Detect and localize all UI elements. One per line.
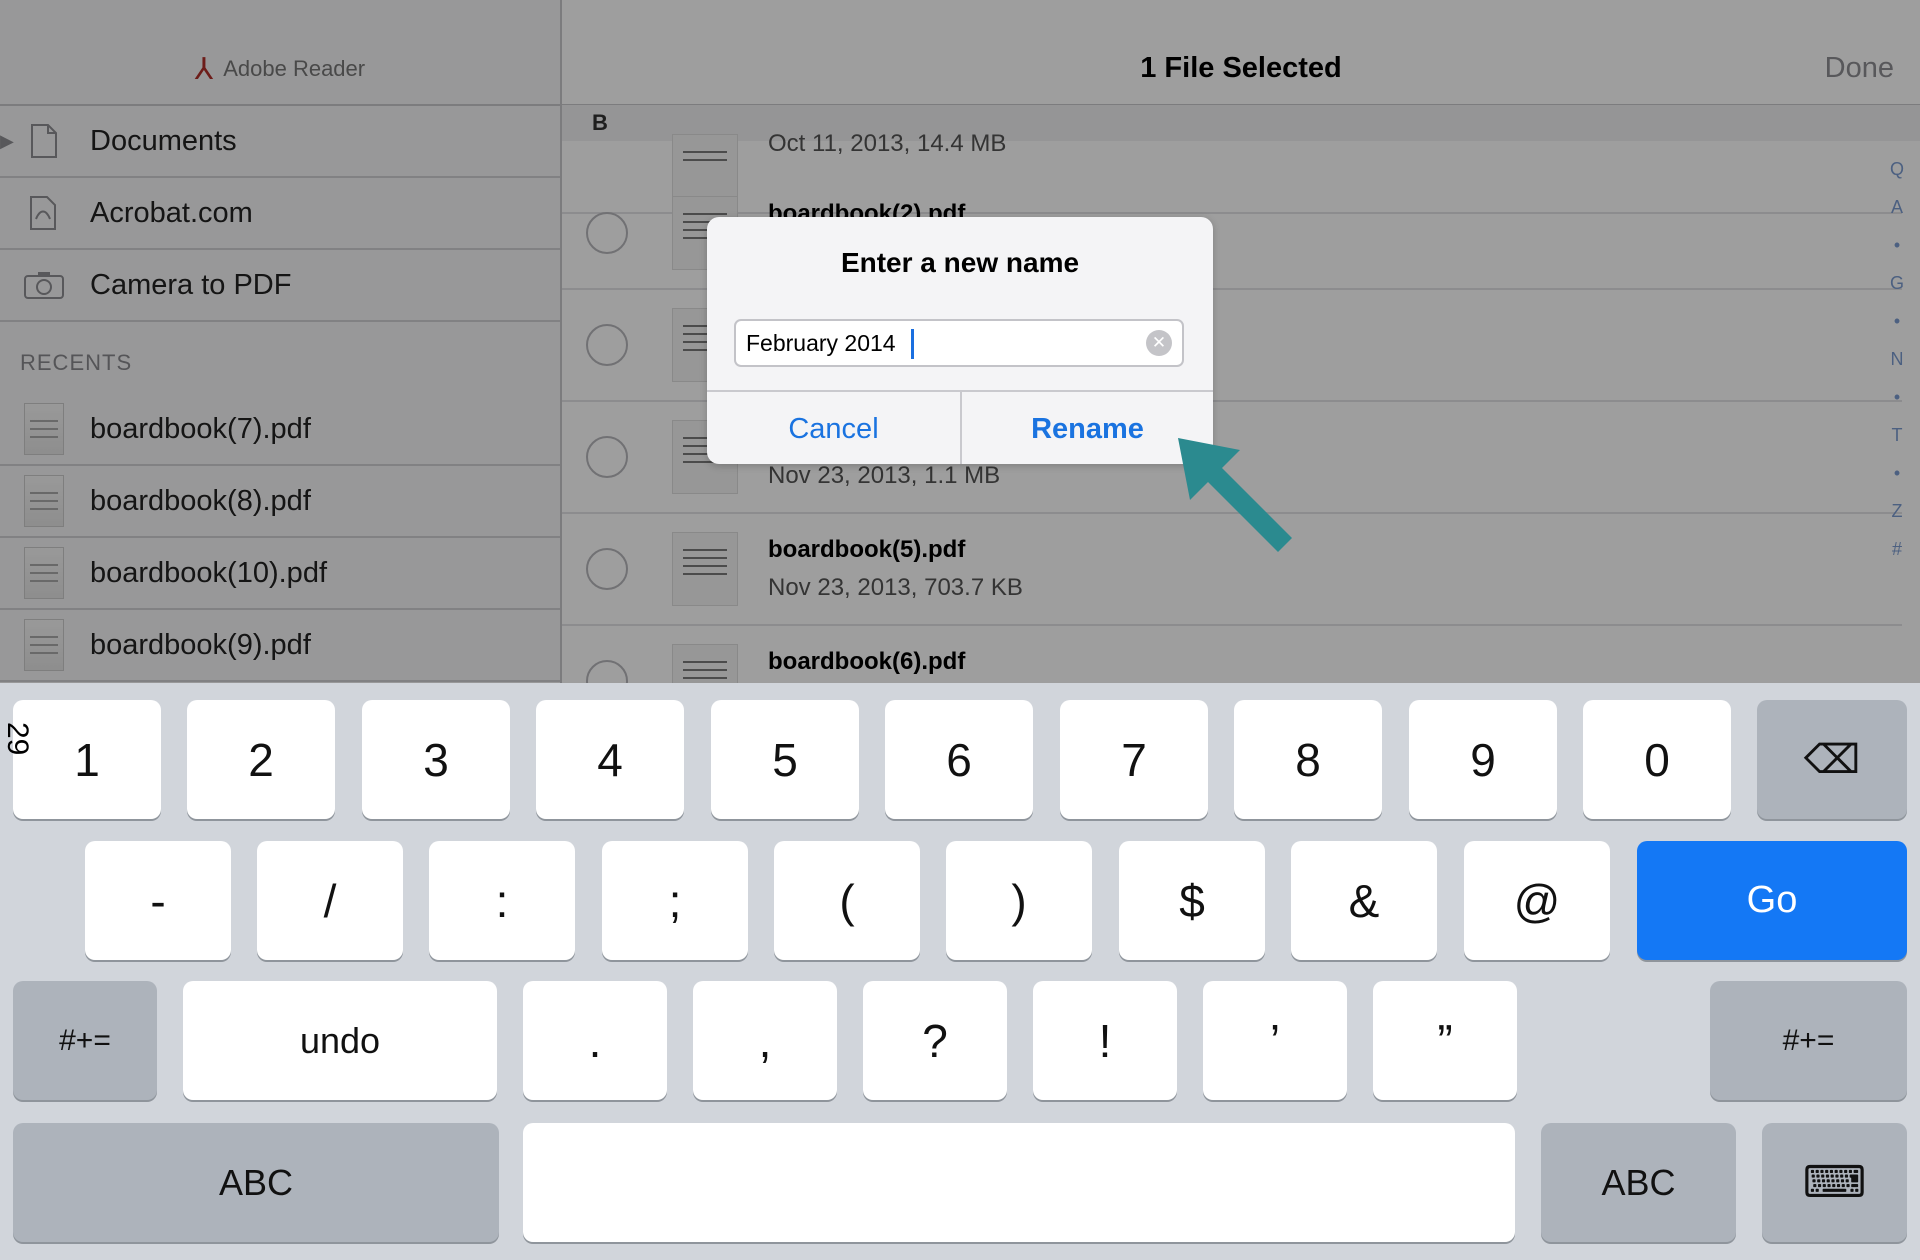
key-2[interactable]: 2: [187, 700, 335, 819]
key-apostrophe[interactable]: ’: [1203, 981, 1347, 1100]
space-key[interactable]: [523, 1123, 1515, 1242]
key-4[interactable]: 4: [536, 700, 684, 819]
key-9[interactable]: 9: [1409, 700, 1557, 819]
key-period[interactable]: .: [523, 981, 667, 1100]
backspace-key[interactable]: ⌫: [1757, 700, 1907, 819]
key-quote[interactable]: ”: [1373, 981, 1517, 1100]
key-exclamation[interactable]: !: [1033, 981, 1177, 1100]
abc-key[interactable]: ABC: [13, 1123, 499, 1242]
key-at[interactable]: @: [1464, 841, 1610, 960]
more-symbols-key[interactable]: #+=: [1710, 981, 1907, 1100]
go-key[interactable]: Go: [1637, 841, 1907, 960]
key-open-paren[interactable]: (: [774, 841, 920, 960]
rename-dialog: Enter a new name ✕ Cancel Rename: [707, 217, 1213, 464]
key-comma[interactable]: ,: [693, 981, 837, 1100]
key-8[interactable]: 8: [1234, 700, 1382, 819]
key-semicolon[interactable]: ;: [602, 841, 748, 960]
page-number: 29: [1, 722, 34, 756]
key-1[interactable]: 1: [13, 700, 161, 819]
abc-key[interactable]: ABC: [1541, 1123, 1736, 1242]
key-3[interactable]: 3: [362, 700, 510, 819]
key-ampersand[interactable]: &: [1291, 841, 1437, 960]
dialog-title: Enter a new name: [840, 247, 1080, 278]
key-question[interactable]: ?: [863, 981, 1007, 1100]
hide-keyboard-icon[interactable]: ⌨: [1762, 1123, 1907, 1242]
key-close-paren[interactable]: ): [946, 841, 1092, 960]
name-field[interactable]: ✕: [734, 319, 1184, 367]
more-symbols-key[interactable]: #+=: [13, 981, 157, 1100]
key-hyphen[interactable]: -: [85, 841, 231, 960]
dialog-buttons: Cancel Rename: [707, 390, 1213, 464]
key-dollar[interactable]: $: [1119, 841, 1265, 960]
clear-text-icon[interactable]: ✕: [1146, 330, 1172, 356]
key-0[interactable]: 0: [1583, 700, 1731, 819]
key-slash[interactable]: /: [257, 841, 403, 960]
key-7[interactable]: 7: [1060, 700, 1208, 819]
annotation-arrow-icon: [1178, 438, 1292, 552]
key-5[interactable]: 5: [711, 700, 859, 819]
cancel-button[interactable]: Cancel: [707, 392, 962, 464]
text-cursor: [911, 329, 914, 359]
onscreen-keyboard: 1 2 3 4 5 6 7 8 9 0 ⌫ - / : ; ( ) $ & @ …: [0, 683, 1920, 1260]
key-colon[interactable]: :: [429, 841, 575, 960]
name-input[interactable]: [746, 321, 1116, 365]
key-6[interactable]: 6: [885, 700, 1033, 819]
undo-key[interactable]: undo: [183, 981, 497, 1100]
